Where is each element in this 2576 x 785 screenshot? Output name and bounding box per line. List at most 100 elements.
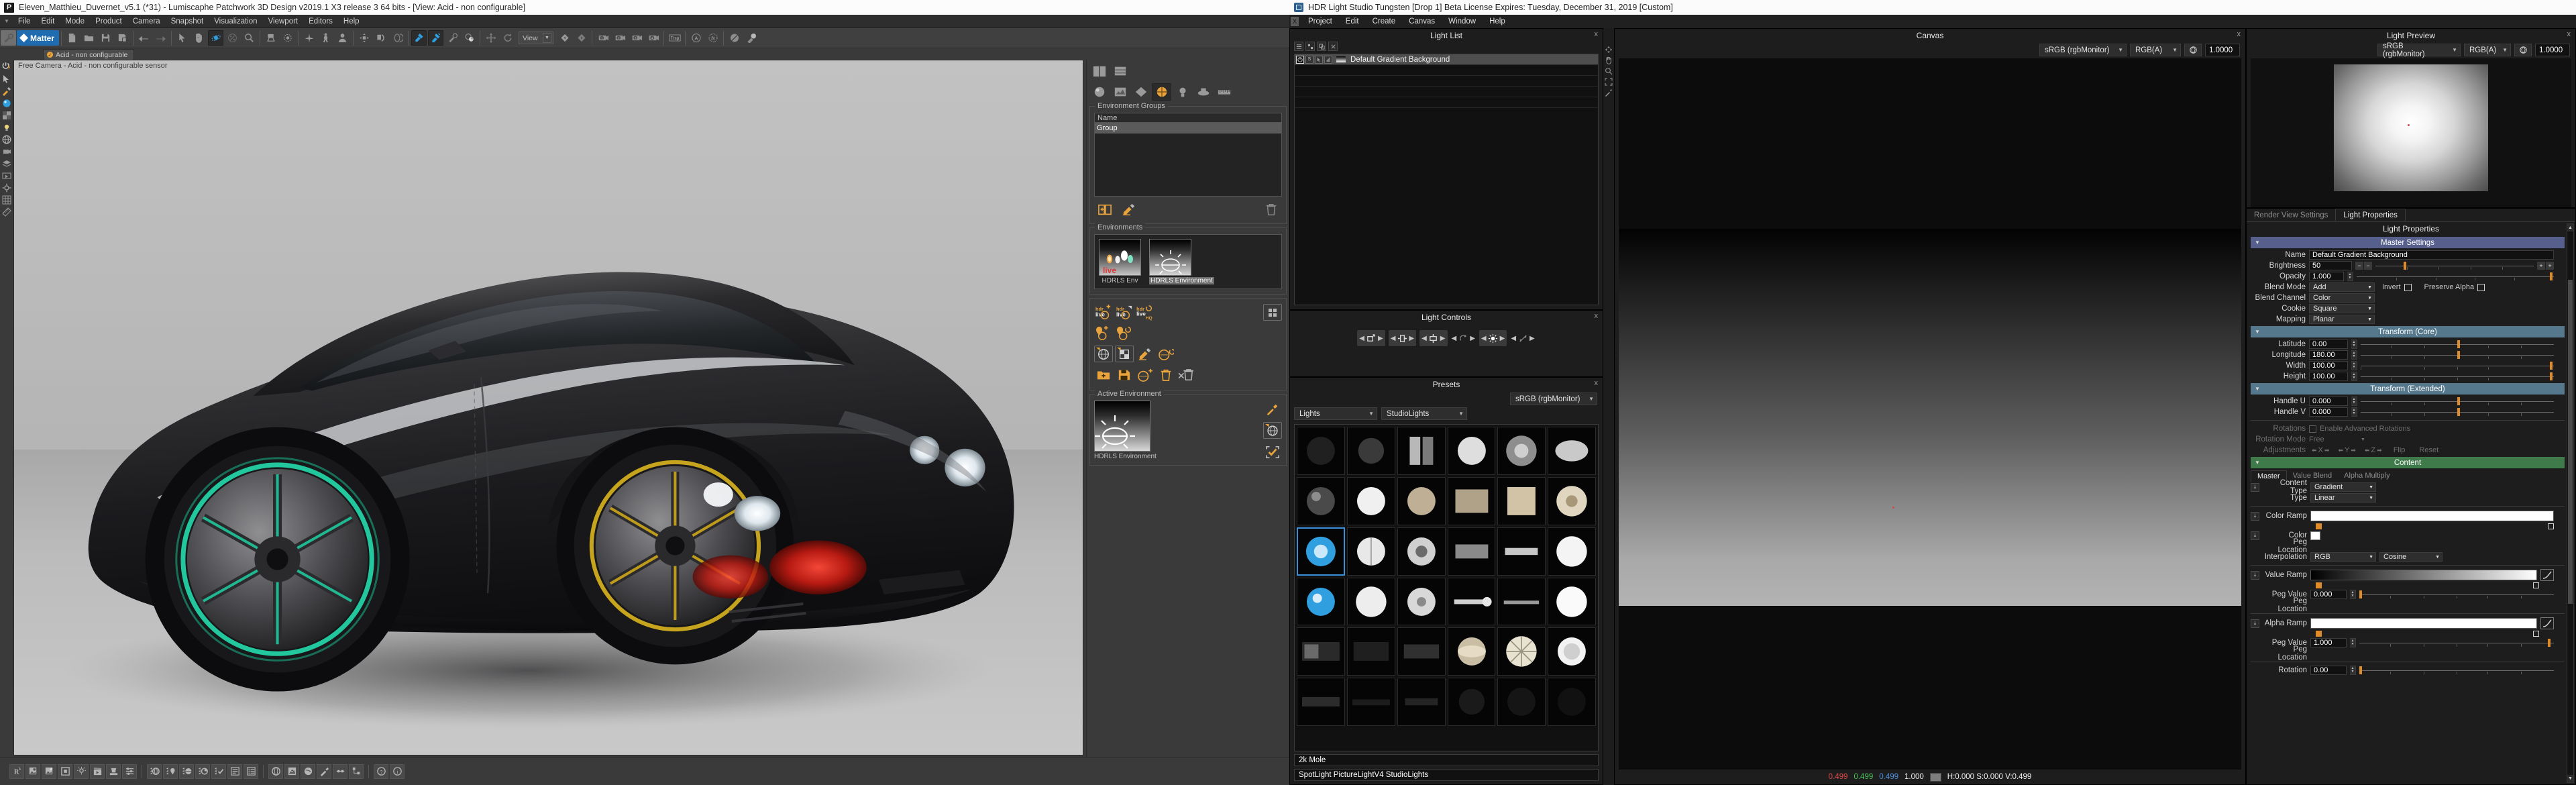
spinner-opacity[interactable]: ▲ ▼ xyxy=(2347,272,2353,281)
light-source-icon[interactable] xyxy=(1173,83,1192,101)
rotation-slider[interactable] xyxy=(2359,666,2554,675)
menu-product[interactable]: Product xyxy=(90,16,127,27)
preset-item[interactable] xyxy=(1346,627,1395,676)
brush-b-icon[interactable] xyxy=(743,30,759,46)
alpha-ramp-peg-start[interactable] xyxy=(2316,631,2322,637)
eyedropper-icon[interactable] xyxy=(1263,401,1282,417)
color-ramp-strip[interactable] xyxy=(2310,511,2554,521)
landscape-icon[interactable] xyxy=(284,764,299,779)
menu-viewport[interactable]: Viewport xyxy=(263,16,304,27)
preset-item[interactable] xyxy=(1447,627,1496,676)
color-picker-icon[interactable] xyxy=(1,85,13,97)
width-control[interactable]: ◀ ▶ xyxy=(1388,330,1417,346)
pipette-icon[interactable] xyxy=(317,764,331,779)
aperture-icon[interactable] xyxy=(2514,44,2532,56)
dropdown-content-type[interactable]: Gradient ▼ xyxy=(2310,482,2376,492)
slider-handle[interactable] xyxy=(2548,639,2551,647)
value-ramp-peg-end[interactable] xyxy=(2533,582,2539,588)
camera-4-icon[interactable]: 4 xyxy=(645,30,661,46)
light-list-body[interactable]: S Default Gradient Background xyxy=(1294,54,1599,305)
dropdown-blend-mode[interactable]: Add ▼ xyxy=(2309,282,2375,292)
apply-check-icon[interactable] xyxy=(1263,443,1282,460)
input-alpha-peg-value[interactable]: 1.000 xyxy=(2310,638,2347,647)
preset-item[interactable] xyxy=(1497,627,1546,676)
adjust-x-control[interactable]: ⬅ X ➡ xyxy=(2312,446,2329,454)
adjust-y-control[interactable]: ⬅ Y ➡ xyxy=(2338,446,2355,454)
input-brightness[interactable]: 50 xyxy=(2309,261,2352,270)
layers-check-icon[interactable] xyxy=(211,764,226,779)
input-handle-v[interactable]: 0.000 xyxy=(2309,407,2348,417)
list-items-icon[interactable] xyxy=(244,764,258,779)
longitude-slider[interactable] xyxy=(2361,350,2554,360)
checkbox-preserve-alpha[interactable] xyxy=(2477,283,2485,291)
environment-group-row[interactable]: Group xyxy=(1095,123,1281,134)
input-longitude[interactable]: 180.00 xyxy=(2309,350,2348,360)
preset-item[interactable] xyxy=(1548,476,1596,525)
preset-item[interactable] xyxy=(1497,427,1546,475)
hdrls-menu-edit[interactable]: Edit xyxy=(1339,16,1366,27)
scroll-thumb[interactable] xyxy=(2568,280,2573,604)
aperture-icon[interactable] xyxy=(2184,44,2202,56)
solo-toggle-icon[interactable]: S xyxy=(1305,55,1313,64)
light-bulb-icon[interactable] xyxy=(74,764,89,779)
edit-env-icon[interactable] xyxy=(1136,346,1155,362)
materials-ball-icon[interactable] xyxy=(1089,83,1109,101)
select-arrow-icon[interactable] xyxy=(174,30,190,46)
menu-help[interactable]: Help xyxy=(338,16,365,27)
light-list-row-empty[interactable] xyxy=(1295,97,1598,108)
help-icon[interactable]: ? xyxy=(374,764,388,779)
timeline-icon[interactable] xyxy=(333,764,347,779)
orbit-icon[interactable] xyxy=(208,30,224,46)
paint-material-icon[interactable] xyxy=(411,30,427,46)
presets-category-dropdown[interactable]: Lights ▼ xyxy=(1294,407,1377,420)
spinner-latitude[interactable]: ▲ ▼ xyxy=(2351,339,2357,349)
effects-icon[interactable]: fx xyxy=(705,30,720,46)
download-arrow-icon[interactable]: ⤓ xyxy=(2251,482,2259,492)
presets-subcategory-dropdown[interactable]: StudioLights ▼ xyxy=(1381,407,1467,420)
diagonal-control[interactable]: ◀ ▶ xyxy=(1510,330,1535,346)
dropdown-interpolation-space[interactable]: RGB ▼ xyxy=(2310,552,2376,562)
menu-camera[interactable]: Camera xyxy=(127,16,166,27)
canvas-image-area[interactable] xyxy=(1619,58,2241,770)
menu-file[interactable]: File xyxy=(13,16,36,27)
close-icon[interactable]: x xyxy=(1595,30,1599,38)
preview-colorspace-dropdown[interactable]: sRGB (rgbMonitor) ▼ xyxy=(2377,42,2461,58)
close-icon[interactable]: x xyxy=(2567,30,2571,38)
canvas-colorspace-dropdown[interactable]: sRGB (rgbMonitor) ▼ xyxy=(2039,44,2127,56)
animation-icon[interactable] xyxy=(1,170,13,181)
menu-snapshot[interactable]: Snapshot xyxy=(166,16,209,27)
alpha-ramp-peg-end[interactable] xyxy=(2533,631,2539,637)
value-peg-slider[interactable] xyxy=(2359,590,2554,599)
slider-handle[interactable] xyxy=(2457,340,2460,348)
light-list-row[interactable]: S Default Gradient Background xyxy=(1295,54,1598,65)
viewport-3d[interactable]: Free Camera - Acid - non configurable se… xyxy=(13,60,1083,755)
alpha-curve-button[interactable] xyxy=(2540,617,2554,629)
slider-handle[interactable] xyxy=(2457,397,2460,405)
layers-pin-icon[interactable] xyxy=(163,764,178,779)
plus-small-icon[interactable]: + xyxy=(2537,262,2545,270)
reset-transform-icon[interactable] xyxy=(500,30,515,46)
slider-handle[interactable] xyxy=(2457,408,2460,416)
height-slider[interactable] xyxy=(2361,372,2554,381)
next-view-icon[interactable] xyxy=(574,30,589,46)
value-ramp-strip[interactable] xyxy=(2310,570,2537,580)
pan-hand-icon[interactable] xyxy=(191,30,207,46)
brightness-plus-buttons[interactable]: + + xyxy=(2537,262,2554,270)
hdrls-menu-help[interactable]: Help xyxy=(1483,16,1512,27)
value-curve-button[interactable] xyxy=(2540,569,2554,581)
content-tab-alpha-multiply[interactable]: Alpha Multiply xyxy=(2338,470,2396,482)
reset-button[interactable]: Reset xyxy=(2419,446,2438,454)
transparency-icon[interactable]: Trsp xyxy=(667,30,682,46)
input-light-name[interactable]: Default Gradient Background xyxy=(2309,250,2554,260)
chart-toggle-icon[interactable] xyxy=(1324,55,1332,64)
value-ramp-peg-start[interactable] xyxy=(2316,582,2322,588)
download-arrow-icon[interactable]: ⤓ xyxy=(2251,531,2259,540)
light-icon[interactable] xyxy=(1,121,13,133)
preset-item[interactable] xyxy=(1447,527,1496,576)
preset-item[interactable] xyxy=(1397,476,1446,525)
preset-item[interactable] xyxy=(1447,427,1496,475)
tab-render-view-settings[interactable]: Render View Settings xyxy=(2247,209,2335,221)
input-latitude[interactable]: 0.00 xyxy=(2309,339,2348,349)
alpha-peg-slider[interactable] xyxy=(2359,638,2554,647)
info-icon[interactable]: i xyxy=(390,764,405,779)
